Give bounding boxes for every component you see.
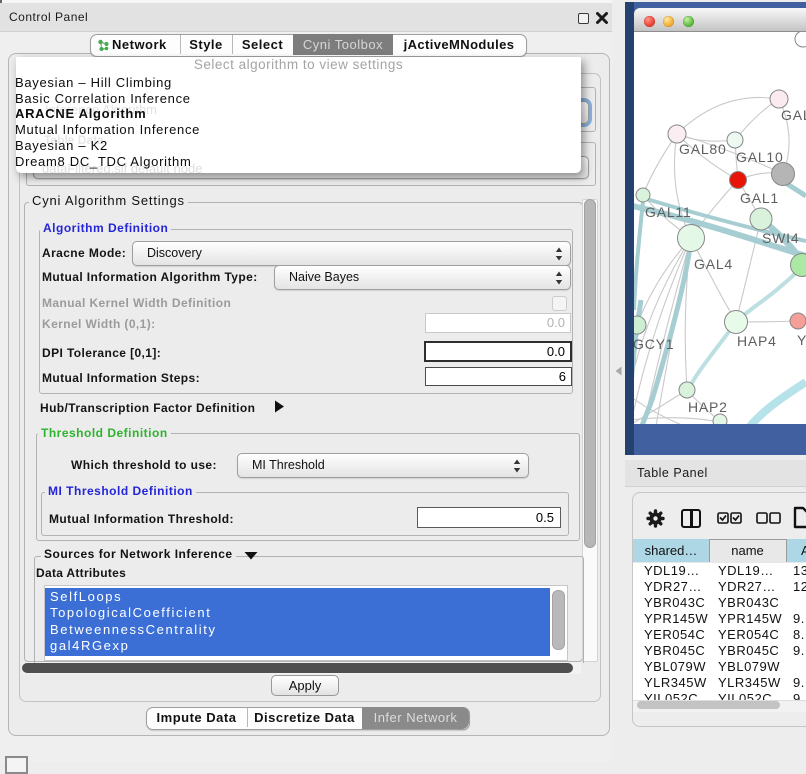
svg-text:SWI4: SWI4 [762,230,799,246]
svg-text:GAL10: GAL10 [736,149,784,165]
svg-text:HAP2: HAP2 [688,399,728,415]
svg-text:GCY1: GCY1 [634,336,674,352]
svg-text:GAL4: GAL4 [694,256,733,272]
svg-text:GAL1: GAL1 [740,190,779,206]
svg-text:Y: Y [797,332,806,348]
svg-text:GAL7: GAL7 [781,107,806,123]
svg-text:HAP4: HAP4 [737,333,777,349]
svg-text:GAL11: GAL11 [645,204,692,220]
svg-text:GAL80: GAL80 [679,141,727,157]
